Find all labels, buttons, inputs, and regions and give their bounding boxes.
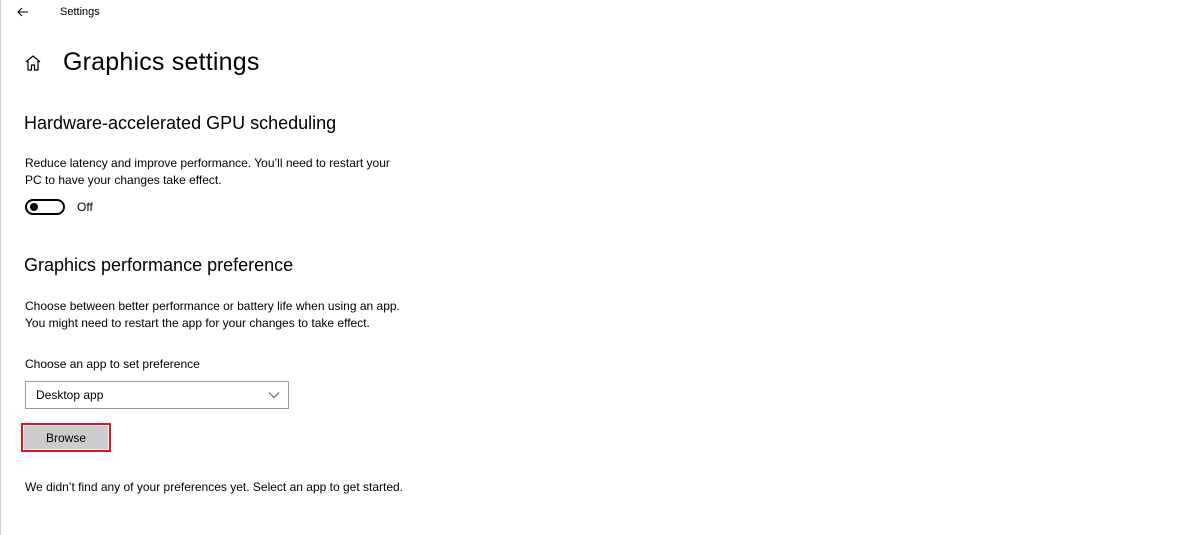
performance-preference-description-line1: Choose between better performance or bat… bbox=[25, 299, 400, 313]
home-icon bbox=[25, 54, 41, 71]
gpu-scheduling-description-line1: Reduce latency and improve performance. … bbox=[25, 156, 390, 170]
gpu-scheduling-toggle[interactable] bbox=[25, 199, 65, 215]
chevron-down-icon bbox=[268, 392, 280, 399]
settings-window: Settings Graphics settings Hardware-acce… bbox=[0, 0, 1178, 535]
title-bar: Settings bbox=[1, 0, 1178, 24]
app-type-dropdown[interactable]: Desktop app bbox=[25, 381, 289, 409]
empty-preferences-message: We didn’t find any of your preferences y… bbox=[25, 480, 403, 494]
gpu-scheduling-heading: Hardware-accelerated GPU scheduling bbox=[24, 113, 337, 133]
gpu-scheduling-description: Reduce latency and improve performance. … bbox=[25, 155, 390, 189]
page-title: Graphics settings bbox=[63, 48, 260, 76]
gpu-scheduling-description-line2: PC to have your changes take effect. bbox=[25, 173, 222, 187]
dropdown-selected-value: Desktop app bbox=[36, 388, 104, 402]
browse-button[interactable]: Browse bbox=[24, 426, 108, 449]
performance-preference-heading: Graphics performance preference bbox=[24, 255, 294, 275]
performance-preference-description: Choose between better performance or bat… bbox=[25, 298, 400, 332]
toggle-state-label: Off bbox=[77, 200, 93, 214]
back-button[interactable] bbox=[1, 0, 45, 24]
toggle-knob bbox=[30, 203, 38, 211]
gpu-scheduling-toggle-row: Off bbox=[25, 199, 93, 215]
performance-preference-description-line2: You might need to restart the app for yo… bbox=[25, 316, 370, 330]
page-header: Graphics settings bbox=[23, 48, 260, 77]
app-title: Settings bbox=[60, 6, 100, 18]
choose-app-label: Choose an app to set preference bbox=[25, 357, 200, 371]
back-arrow-icon bbox=[17, 7, 28, 17]
